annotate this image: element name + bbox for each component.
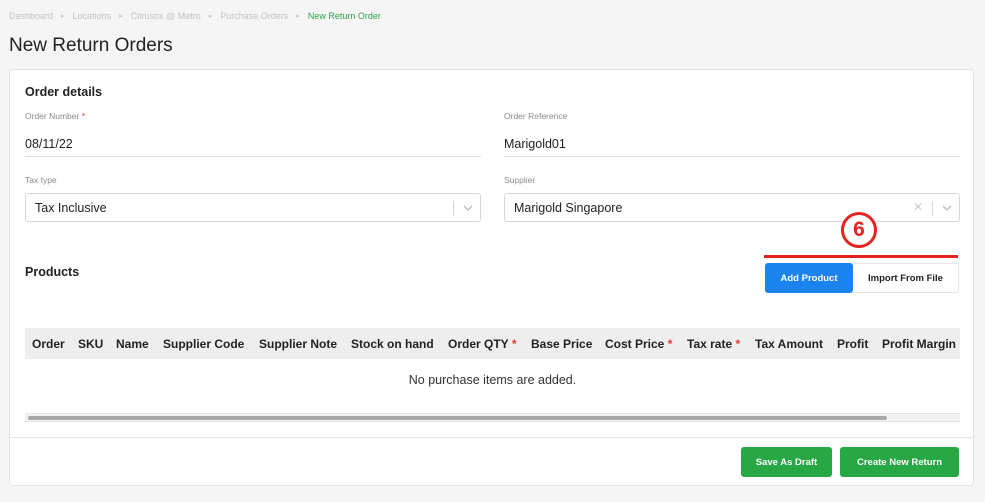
select-divider (453, 201, 454, 216)
breadcrumb-current: New Return Order (307, 11, 381, 21)
chevron-down-icon[interactable] (940, 201, 954, 215)
create-new-return-button[interactable]: Create New Return (840, 447, 959, 477)
import-from-file-button[interactable]: Import From File (853, 263, 959, 293)
save-as-draft-button[interactable]: Save As Draft (741, 447, 832, 477)
column-supplier-code: Supplier Code (163, 337, 245, 351)
breadcrumb-separator-icon: ▸ (119, 13, 123, 20)
required-marker: * (735, 337, 741, 351)
column-name: Name (116, 337, 149, 351)
supplier-value: Marigold Singapore (514, 201, 623, 215)
annotation-step-marker: 6 (841, 212, 877, 248)
products-title: Products (25, 265, 80, 279)
select-divider (932, 201, 933, 216)
breadcrumb-locations[interactable]: Locations (73, 11, 112, 21)
order-number-field[interactable]: 08/11/22 (25, 137, 73, 151)
column-sku: SKU (78, 337, 104, 351)
order-details-title: Order details (25, 85, 103, 99)
required-marker: * (667, 337, 673, 351)
column-order: Order (32, 337, 65, 351)
column-tax-rate: Tax rate * (687, 337, 741, 351)
column-base-price: Base Price (531, 337, 593, 351)
required-marker: * (511, 337, 517, 351)
scrollbar-thumb[interactable] (28, 416, 887, 420)
breadcrumb-separator-icon: ▸ (208, 13, 213, 20)
empty-table-message: No purchase items are added. (408, 373, 577, 387)
column-cost-price: Cost Price * (605, 337, 673, 351)
column-supplier-note: Supplier Note (259, 337, 338, 351)
add-product-button[interactable]: Add Product (765, 263, 853, 293)
order-reference-label: Order Reference (504, 111, 568, 121)
supplier-label: Supplier (504, 175, 536, 185)
clear-icon[interactable]: ✕ (913, 200, 923, 214)
column-profit: Profit (837, 337, 869, 351)
breadcrumb-purchase-orders[interactable]: Purchase Orders (220, 11, 288, 21)
column-order-qty: Order QTY * (448, 337, 517, 351)
required-marker: * (81, 111, 86, 121)
breadcrumb-dashboard[interactable]: Dashboard (9, 11, 53, 21)
breadcrumb-location[interactable]: Citrusox @ Metro (131, 11, 201, 21)
tax-type-value: Tax Inclusive (35, 201, 107, 215)
order-number-underline (25, 156, 481, 157)
chevron-down-icon[interactable] (461, 201, 475, 215)
column-profit-margin: Profit Margin (882, 337, 956, 351)
breadcrumb-separator-icon: ▸ (61, 13, 65, 20)
order-form-card: Order details Order Number * 08/11/22 Or… (9, 69, 974, 486)
order-reference-underline (504, 156, 960, 157)
order-number-label: Order Number * (25, 111, 86, 121)
column-stock-on-hand: Stock on hand (351, 337, 434, 351)
products-table-header: Order SKU Name Supplier Code Supplier No… (25, 328, 960, 359)
breadcrumb: Dashboard ▸ Locations ▸ Citrusox @ Metro… (9, 11, 381, 21)
table-horizontal-scrollbar[interactable] (25, 413, 960, 422)
tax-type-select[interactable]: Tax Inclusive (25, 193, 481, 222)
footer-divider (10, 437, 973, 438)
supplier-select[interactable]: Marigold Singapore ✕ (504, 193, 960, 222)
annotation-underline (764, 255, 958, 258)
tax-type-label: Tax type (25, 175, 57, 185)
column-tax-amount: Tax Amount (755, 337, 823, 351)
page-title: New Return Orders (9, 35, 173, 56)
order-reference-field[interactable]: Marigold01 (504, 137, 566, 151)
breadcrumb-separator-icon: ▸ (296, 13, 300, 20)
